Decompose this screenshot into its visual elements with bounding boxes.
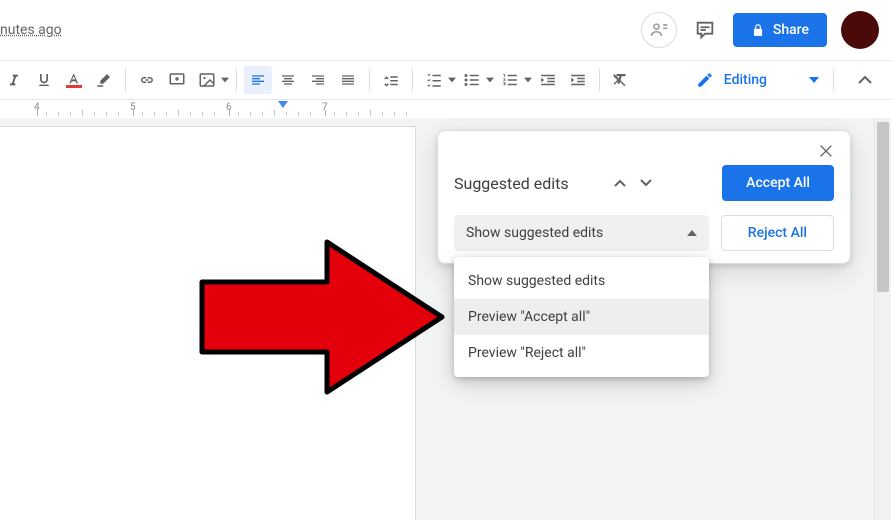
align-left-button[interactable] bbox=[244, 66, 272, 94]
caret-down-icon bbox=[524, 76, 532, 84]
accept-all-button[interactable]: Accept All bbox=[722, 165, 834, 201]
doc-paragraph: imple. Here's how to set it up. bbox=[0, 297, 339, 319]
text-color-button[interactable] bbox=[60, 66, 88, 94]
caret-down-icon bbox=[809, 77, 819, 83]
document-page[interactable]: imple. Here's how to set it up. umber of… bbox=[0, 126, 416, 520]
underline-button[interactable] bbox=[30, 66, 58, 94]
last-opened-link[interactable]: nutes ago bbox=[0, 22, 62, 38]
prev-suggestion-button[interactable] bbox=[607, 170, 633, 196]
close-panel-button[interactable] bbox=[810, 135, 842, 167]
dropdown-option-show[interactable]: Show suggested edits bbox=[454, 263, 709, 299]
comments-button[interactable] bbox=[687, 12, 723, 48]
dropdown-option-preview-reject[interactable]: Preview "Reject all" bbox=[454, 335, 709, 371]
align-justify-button[interactable] bbox=[334, 66, 362, 94]
chevron-down-icon bbox=[640, 179, 652, 187]
toolbar: Editing bbox=[0, 60, 891, 100]
suggestion-view-dropdown: Show suggested edits Show suggested edit… bbox=[454, 215, 709, 251]
editing-mode-button[interactable]: Editing bbox=[681, 64, 826, 96]
doc-paragraph: nent is useful—perhaps you want to ultip… bbox=[0, 415, 339, 480]
panel-title: Suggested edits bbox=[454, 174, 569, 193]
person-present-icon bbox=[649, 20, 669, 40]
bulleted-list-button[interactable] bbox=[458, 66, 486, 94]
text-color-swatch bbox=[66, 85, 82, 88]
comment-icon bbox=[694, 19, 716, 41]
line-spacing-button[interactable] bbox=[377, 66, 405, 94]
indent-marker[interactable] bbox=[278, 101, 288, 108]
align-center-button[interactable] bbox=[274, 66, 302, 94]
ruler-major-tick: 4 bbox=[34, 102, 40, 116]
share-label: Share bbox=[773, 22, 809, 38]
header-bar: nutes ago Share bbox=[0, 0, 891, 60]
editing-label: Editing bbox=[724, 72, 767, 88]
vertical-scrollbar[interactable] bbox=[874, 118, 891, 520]
caret-down-icon bbox=[486, 76, 494, 84]
dropdown-selected-label: Show suggested edits bbox=[466, 225, 603, 241]
caret-down-icon bbox=[448, 76, 456, 84]
caret-down-icon bbox=[221, 76, 229, 84]
pencil-icon bbox=[696, 71, 714, 89]
share-button[interactable]: Share bbox=[733, 13, 827, 47]
doc-paragraph: umber of features. bbox=[0, 339, 339, 361]
reject-all-button[interactable]: Reject All bbox=[721, 215, 834, 251]
increase-indent-button[interactable] bbox=[564, 66, 592, 94]
dropdown-menu: Show suggested edits Preview "Accept all… bbox=[454, 257, 709, 377]
ruler-major-tick: 7 bbox=[322, 102, 328, 116]
lock-icon bbox=[751, 23, 765, 37]
checklist-button[interactable] bbox=[420, 66, 448, 94]
suggested-edits-panel: Suggested edits Accept All Show suggeste… bbox=[437, 130, 851, 264]
align-right-button[interactable] bbox=[304, 66, 332, 94]
clear-formatting-button[interactable] bbox=[607, 66, 635, 94]
insert-comment-button[interactable] bbox=[163, 66, 191, 94]
dropdown-toggle[interactable]: Show suggested edits bbox=[454, 215, 709, 251]
doc-paragraph: iet marked on physical paper, once upon bbox=[0, 500, 339, 520]
ruler-major-tick: 5 bbox=[130, 102, 136, 116]
italic-button[interactable] bbox=[0, 66, 28, 94]
numbered-list-button[interactable] bbox=[496, 66, 524, 94]
dropdown-option-preview-accept[interactable]: Preview "Accept all" bbox=[454, 299, 709, 335]
highlight-button[interactable] bbox=[90, 66, 118, 94]
chevron-up-icon bbox=[614, 179, 626, 187]
collapse-toolbar-button[interactable] bbox=[847, 62, 883, 98]
insert-link-button[interactable] bbox=[133, 66, 161, 94]
decrease-indent-button[interactable] bbox=[534, 66, 562, 94]
present-icon-button[interactable] bbox=[641, 12, 677, 48]
avatar[interactable] bbox=[841, 11, 879, 49]
chevron-up-icon bbox=[858, 75, 872, 85]
scrollbar-thumb[interactable] bbox=[877, 122, 889, 292]
insert-image-button[interactable] bbox=[193, 66, 221, 94]
ruler-major-tick: 6 bbox=[226, 102, 232, 116]
ruler[interactable]: 4 5 6 7 bbox=[0, 100, 891, 118]
next-suggestion-button[interactable] bbox=[633, 170, 659, 196]
close-icon bbox=[818, 143, 834, 159]
caret-up-icon bbox=[687, 230, 697, 236]
